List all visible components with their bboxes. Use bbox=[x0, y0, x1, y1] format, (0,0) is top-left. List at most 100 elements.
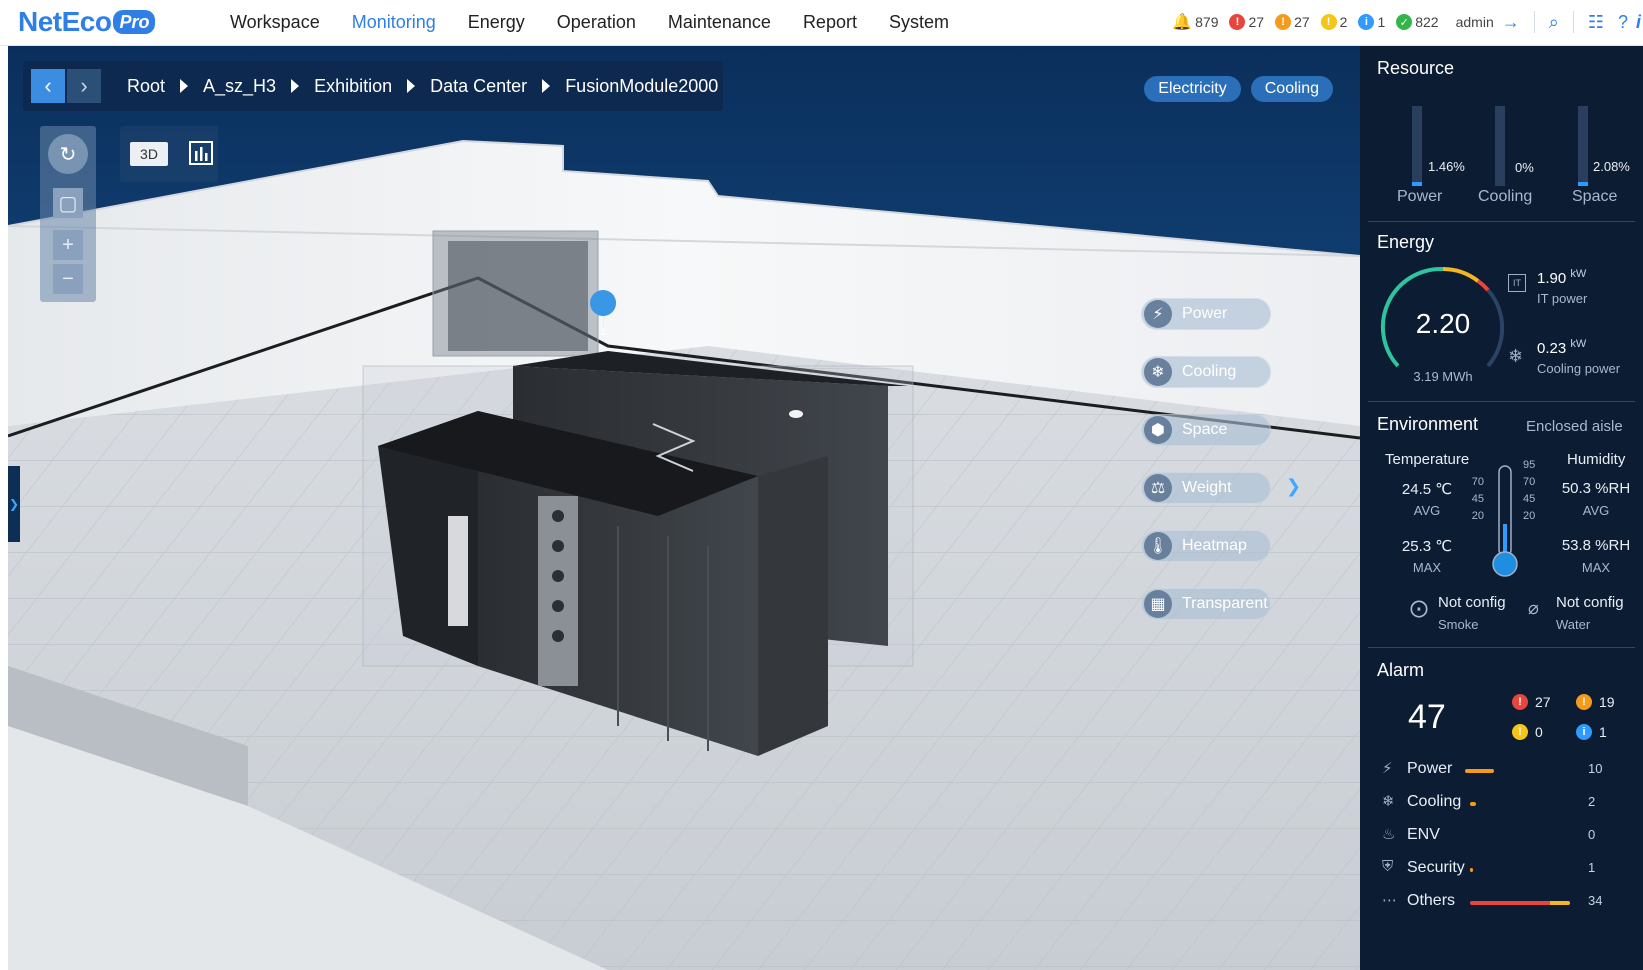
search-icon[interactable]: ⌕ bbox=[1549, 12, 1559, 33]
humidity-title: Humidity bbox=[1567, 451, 1626, 468]
breadcrumb-separator-icon bbox=[542, 79, 551, 93]
layer-space-button[interactable]: ⬢ Space bbox=[1141, 414, 1271, 446]
breadcrumb: ‹ › Root A_sz_H3 Exhibition Data Center … bbox=[23, 61, 723, 111]
nav-maintenance[interactable]: Maintenance bbox=[668, 0, 771, 44]
water-status: Not config bbox=[1556, 594, 1624, 611]
layer-cooling-button[interactable]: ❄ Cooling bbox=[1141, 356, 1271, 388]
dots-icon: ⋯ bbox=[1382, 892, 1397, 909]
water-label: Water bbox=[1556, 617, 1591, 632]
alarm-row-bar bbox=[1470, 802, 1476, 806]
layer-heatmap-button[interactable]: 🌡 Heatmap bbox=[1141, 530, 1271, 562]
room-scene bbox=[8, 139, 1360, 970]
alarm-row-power[interactable]: ⚡ Power 10 bbox=[1360, 758, 1643, 784]
user-name[interactable]: admin bbox=[1456, 14, 1494, 30]
help-icon[interactable]: ? bbox=[1618, 12, 1628, 33]
fit-view-icon[interactable]: ▢ bbox=[53, 188, 83, 218]
about-icon[interactable]: i bbox=[1636, 12, 1641, 33]
snowflake-icon: ❄ bbox=[1144, 358, 1172, 386]
smoke-label: Smoke bbox=[1438, 617, 1479, 632]
space-resource-fill bbox=[1578, 182, 1588, 186]
critical-icon: ! bbox=[1229, 14, 1246, 30]
device-marker[interactable]: 1 bbox=[596, 326, 610, 338]
alarm-row-label: Power bbox=[1407, 760, 1453, 777]
breadcrumb-separator-icon bbox=[291, 79, 300, 93]
logo[interactable]: NetEco Pro bbox=[18, 6, 156, 38]
alarm-minor[interactable]: ! 0 bbox=[1512, 724, 1543, 740]
alarm-row-value: 2 bbox=[1588, 794, 1596, 809]
nav-workspace[interactable]: Workspace bbox=[230, 0, 320, 44]
max-label: MAX bbox=[1412, 560, 1442, 575]
chart-view-icon[interactable] bbox=[188, 140, 214, 166]
separator bbox=[1572, 11, 1574, 33]
minor-icon: ! bbox=[1320, 14, 1337, 30]
left-panel-toggle[interactable]: ❯ bbox=[8, 466, 20, 542]
alarm-row-label: ENV bbox=[1407, 826, 1440, 843]
environment-title: Environment bbox=[1377, 414, 1479, 434]
nav-system[interactable]: System bbox=[889, 0, 949, 44]
back-button[interactable]: ‹ bbox=[31, 69, 65, 103]
alarm-row-security[interactable]: ⛨ Security 1 bbox=[1360, 857, 1643, 883]
breadcrumb-item[interactable]: Root bbox=[127, 76, 165, 97]
alarm-row-value: 34 bbox=[1588, 893, 1603, 908]
info-panel: Resource 1.46% 0% 2.08% Power Cooling Sp… bbox=[1360, 46, 1643, 970]
humidity-scale: 95 70 45 20 bbox=[1523, 459, 1536, 522]
cooling-toggle[interactable]: Cooling bbox=[1250, 76, 1333, 102]
humidity-avg: 50.3 %RH bbox=[1561, 480, 1631, 497]
space-resource-value: 2.08% bbox=[1593, 159, 1630, 174]
3d-viewport[interactable]: 1 ❯ ‹ › Root A_sz_H3 Exhibition Data Cen… bbox=[8, 46, 1360, 970]
major-icon: ! bbox=[1275, 14, 1292, 30]
alarm-critical[interactable]: ! 27 bbox=[1512, 694, 1551, 710]
energy-total: 3.19 MWh bbox=[1413, 369, 1473, 384]
electricity-toggle[interactable]: Electricity bbox=[1144, 76, 1241, 102]
alarm-row-env[interactable]: ♨ ENV 0 bbox=[1360, 824, 1643, 850]
forward-button[interactable]: › bbox=[67, 69, 101, 103]
critical-icon: ! bbox=[1512, 694, 1528, 710]
layer-power-button[interactable]: ⚡ Power bbox=[1141, 298, 1271, 330]
major-count[interactable]: ! 27 bbox=[1275, 14, 1310, 30]
alarm-row-others[interactable]: ⋯ Others 34 bbox=[1360, 890, 1643, 916]
snowflake-icon: ❄ bbox=[1382, 793, 1395, 810]
check-icon: ✓ bbox=[1396, 14, 1413, 30]
pue-value: 2.20 bbox=[1415, 308, 1471, 339]
alarm-total-count[interactable]: 🔔 879 bbox=[1172, 12, 1218, 32]
cooling-resource-value: 0% bbox=[1515, 160, 1534, 175]
alarm-warning[interactable]: i1 bbox=[1576, 724, 1607, 740]
alarm-row-label: Cooling bbox=[1407, 793, 1462, 810]
zoom-in-icon[interactable]: + bbox=[53, 230, 83, 260]
thermometer-icon: 🌡 bbox=[1144, 532, 1172, 560]
nav-operation[interactable]: Operation bbox=[557, 0, 636, 44]
breadcrumb-item[interactable]: Exhibition bbox=[314, 76, 392, 97]
space-resource-bar bbox=[1578, 106, 1588, 186]
alarm-total[interactable]: 47 bbox=[1408, 698, 1446, 737]
shield-icon: ⛨ bbox=[1382, 858, 1394, 875]
thermometer-icon bbox=[1492, 465, 1518, 577]
temp-max: 25.3 ℃ bbox=[1401, 538, 1453, 555]
logout-icon[interactable]: → bbox=[1502, 12, 1520, 33]
alarm-row-value: 0 bbox=[1588, 827, 1596, 842]
nav-energy[interactable]: Energy bbox=[468, 0, 525, 44]
rotate-icon[interactable]: ↻ bbox=[48, 134, 88, 174]
nav-report[interactable]: Report bbox=[803, 0, 857, 44]
critical-count[interactable]: ! 27 bbox=[1229, 14, 1264, 30]
cube-icon: ⬢ bbox=[1144, 416, 1172, 444]
breadcrumb-item[interactable]: A_sz_H3 bbox=[203, 76, 276, 97]
thermometer-icon: ♨ bbox=[1382, 826, 1396, 843]
cooling-power-value: 0.23 kW bbox=[1537, 338, 1587, 357]
breadcrumb-item[interactable]: Data Center bbox=[430, 76, 527, 97]
breadcrumb-item[interactable]: FusionModule2000 bbox=[565, 76, 718, 97]
layer-weight-button[interactable]: ⚖ Weight bbox=[1141, 472, 1271, 504]
minor-count[interactable]: ! 2 bbox=[1320, 14, 1347, 30]
main-nav: Workspace Monitoring Energy Operation Ma… bbox=[230, 0, 981, 44]
warning-count[interactable]: i1 bbox=[1358, 14, 1385, 30]
alarm-major[interactable]: ! 19 bbox=[1576, 694, 1615, 710]
collapse-panel-icon[interactable]: ❯ bbox=[1286, 476, 1301, 497]
info-icon: i bbox=[1358, 14, 1375, 30]
nav-monitoring[interactable]: Monitoring bbox=[352, 0, 436, 44]
view-3d-button[interactable]: 3D bbox=[130, 142, 168, 166]
topology-icon[interactable]: ☷ bbox=[1588, 12, 1604, 33]
cooling-power-label: Cooling power bbox=[1537, 361, 1621, 376]
layer-transparent-button[interactable]: ▦ Transparent bbox=[1141, 588, 1271, 620]
alarm-row-cooling[interactable]: ❄ Cooling 2 bbox=[1360, 791, 1643, 817]
normal-count[interactable]: ✓ 822 bbox=[1396, 14, 1439, 30]
zoom-out-icon[interactable]: − bbox=[53, 264, 83, 294]
